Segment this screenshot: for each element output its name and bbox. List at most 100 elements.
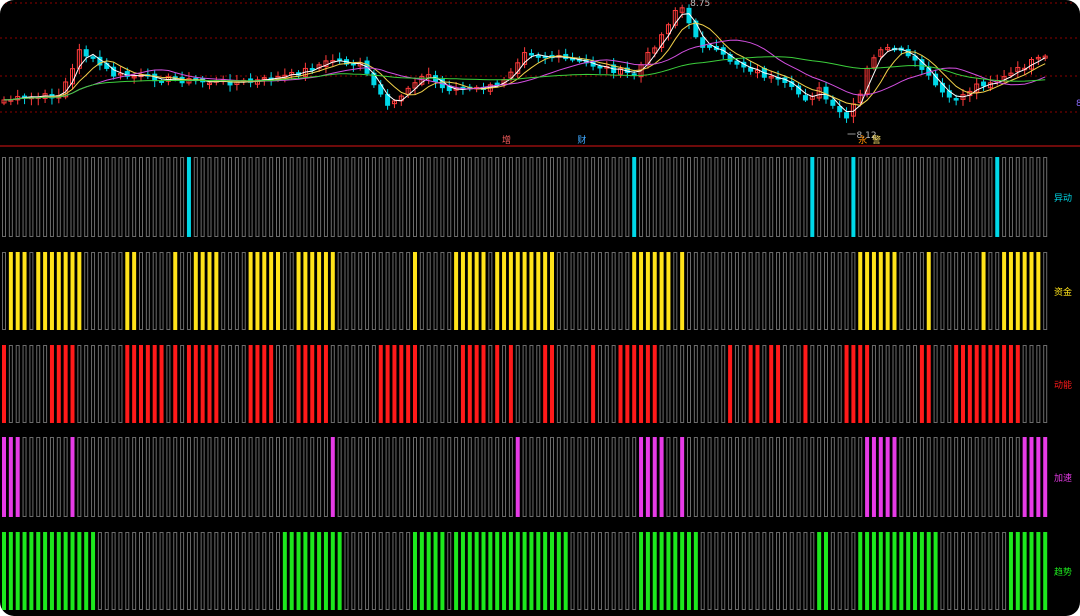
signal-bar-active[interactable]	[878, 532, 883, 610]
signal-bar-active[interactable]	[289, 532, 294, 610]
signal-bar-active[interactable]	[43, 532, 48, 610]
signal-bar-active[interactable]	[22, 252, 27, 330]
signal-bar-active[interactable]	[817, 532, 822, 610]
candle-body[interactable]	[597, 65, 603, 69]
candle-body[interactable]	[830, 99, 836, 106]
signal-bar-active[interactable]	[858, 345, 863, 423]
signal-bar-active[interactable]	[522, 532, 527, 610]
signal-bar-active[interactable]	[460, 345, 465, 423]
signal-bar-active[interactable]	[851, 345, 856, 423]
signal-bar-active[interactable]	[645, 437, 650, 517]
signal-bar-active[interactable]	[310, 252, 315, 330]
signal-bar-active[interactable]	[680, 437, 685, 517]
signal-bar-active[interactable]	[680, 532, 685, 610]
signal-bar-active[interactable]	[632, 157, 637, 237]
signal-bar-active[interactable]	[70, 437, 75, 517]
signal-bar-active[interactable]	[330, 252, 335, 330]
signal-bar-active[interactable]	[8, 532, 13, 610]
signal-bar-active[interactable]	[186, 157, 191, 237]
signal-bar-active[interactable]	[543, 252, 548, 330]
chart-canvas[interactable]: 8.758.128增财永警 异动资金动能加速趋势	[0, 0, 1080, 616]
signal-bar-active[interactable]	[474, 345, 479, 423]
signal-bar-active[interactable]	[323, 532, 328, 610]
signal-bar-active[interactable]	[413, 252, 417, 330]
signal-bar-active[interactable]	[378, 345, 383, 423]
signal-bar-active[interactable]	[666, 252, 671, 330]
signal-bar-active[interactable]	[474, 252, 479, 330]
signal-bar-active[interactable]	[2, 437, 6, 517]
signal-bar-active[interactable]	[269, 252, 274, 330]
signal-bar-active[interactable]	[1022, 437, 1027, 517]
signal-bar-active[interactable]	[919, 532, 924, 610]
signal-bar-active[interactable]	[467, 345, 472, 423]
signal-bar-active[interactable]	[645, 345, 650, 423]
signal-bar-active[interactable]	[269, 345, 274, 423]
signal-bar-active[interactable]	[392, 345, 397, 423]
signal-bar-active[interactable]	[248, 252, 253, 330]
signal-bar-active[interactable]	[145, 345, 150, 423]
signal-bar-active[interactable]	[173, 252, 178, 330]
signal-bar-active[interactable]	[502, 252, 507, 330]
signal-bar-active[interactable]	[652, 532, 657, 610]
signal-bar-active[interactable]	[193, 252, 198, 330]
signal-bar-active[interactable]	[454, 252, 459, 330]
event-marker[interactable]: 警	[872, 134, 881, 146]
signal-bar-active[interactable]	[645, 252, 650, 330]
event-marker[interactable]: 财	[577, 134, 586, 146]
signal-bar-active[interactable]	[132, 345, 137, 423]
signal-bar-active[interactable]	[2, 345, 6, 423]
signal-bar-active[interactable]	[680, 252, 685, 330]
signal-bar-active[interactable]	[49, 345, 54, 423]
signal-bar-active[interactable]	[63, 532, 68, 610]
signal-bar-active[interactable]	[974, 345, 979, 423]
signal-bar-active[interactable]	[173, 345, 178, 423]
signal-bar-active[interactable]	[15, 532, 20, 610]
signal-bar-active[interactable]	[56, 532, 61, 610]
signal-bar-active[interactable]	[385, 345, 390, 423]
signal-bar-active[interactable]	[1022, 252, 1027, 330]
signal-bar-active[interactable]	[844, 345, 849, 423]
signal-bar-active[interactable]	[673, 532, 678, 610]
signal-bar-active[interactable]	[200, 252, 205, 330]
signal-bar-active[interactable]	[1008, 532, 1013, 610]
candle-body[interactable]	[90, 56, 96, 59]
signal-bar-active[interactable]	[330, 437, 335, 517]
signal-bar-active[interactable]	[467, 252, 472, 330]
signal-bar-active[interactable]	[337, 532, 342, 610]
signal-bar-active[interactable]	[419, 532, 424, 610]
signal-bar-active[interactable]	[426, 532, 431, 610]
signal-bar-active[interactable]	[933, 532, 938, 610]
signal-bar-active[interactable]	[433, 532, 438, 610]
signal-bar-active[interactable]	[871, 437, 876, 517]
signal-bar-active[interactable]	[262, 252, 267, 330]
signal-bar-active[interactable]	[132, 252, 137, 330]
candle-body[interactable]	[159, 80, 165, 83]
signal-bar-active[interactable]	[954, 345, 959, 423]
signal-bar-active[interactable]	[8, 252, 13, 330]
signal-bar-active[interactable]	[255, 252, 260, 330]
signal-bar-active[interactable]	[522, 252, 527, 330]
signal-bar-active[interactable]	[529, 532, 534, 610]
signal-bar-active[interactable]	[693, 532, 698, 610]
signal-bar-active[interactable]	[563, 532, 568, 610]
signal-bar-active[interactable]	[330, 532, 335, 610]
signal-bar-active[interactable]	[591, 345, 596, 423]
signal-bar-active[interactable]	[851, 157, 856, 237]
signal-bar-active[interactable]	[77, 532, 82, 610]
signal-bar-active[interactable]	[474, 532, 479, 610]
signal-bar-active[interactable]	[1008, 345, 1013, 423]
signal-bar-active[interactable]	[926, 532, 931, 610]
signal-bar-active[interactable]	[803, 345, 808, 423]
signal-bar-active[interactable]	[508, 345, 513, 423]
signal-bar-active[interactable]	[865, 345, 870, 423]
signal-bar-active[interactable]	[652, 252, 657, 330]
candle-body[interactable]	[844, 112, 850, 119]
signal-bar-active[interactable]	[885, 252, 890, 330]
signal-bar-active[interactable]	[63, 252, 68, 330]
signal-bar-active[interactable]	[207, 252, 212, 330]
signal-bar-active[interactable]	[550, 252, 554, 330]
signal-bar-active[interactable]	[981, 345, 986, 423]
signal-bar-active[interactable]	[481, 345, 486, 423]
signal-bar-active[interactable]	[495, 345, 500, 423]
signal-bar-active[interactable]	[515, 437, 520, 517]
